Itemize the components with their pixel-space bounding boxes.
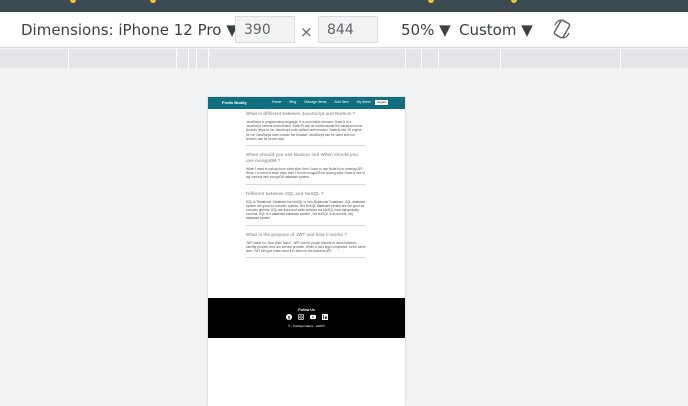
dimensions-dropdown[interactable]: Dimensions: iPhone 12 Pro ▼ [21, 21, 238, 39]
site-navbar: Fruits Buddy Home Blog Manage Items Add … [208, 97, 405, 109]
logout-button[interactable]: Logout [374, 100, 388, 105]
linkedin-icon[interactable] [321, 314, 328, 320]
blog-question: What is the purpose of JWT and how it wo… [246, 231, 348, 237]
blog-question: Different between SQL and NoSQL ? [246, 190, 324, 196]
blog-question-block: Different between SQL and NoSQL ? SQL is… [246, 191, 366, 226]
times-symbol: × [300, 23, 313, 41]
blog-question-block: When should you use NodeJs and When shou… [246, 152, 366, 185]
blog-content: What is different between JavaScript and… [246, 111, 366, 264]
ruler-tick [620, 49, 621, 68]
nav-link-manage-items[interactable]: Manage Items [304, 100, 326, 104]
blog-question-block: What is different between JavaScript and… [246, 111, 366, 147]
status-dot [70, 0, 76, 3]
footer-title: Follow Us [298, 308, 315, 312]
nav-link-my-items[interactable]: My Items [357, 100, 371, 104]
ruler-tick [188, 49, 189, 68]
ruler-tick [421, 49, 422, 68]
blog-answer: SQL is 'Relational' Database but NoSQL i… [246, 199, 366, 221]
nav-link-home[interactable]: Home [272, 100, 281, 104]
blog-question: When should you use NodeJs and When shou… [246, 152, 359, 164]
ruler-tick [176, 49, 177, 68]
device-toolbar: Dimensions: iPhone 12 Pro ▼ 390 × 844 50… [0, 12, 688, 48]
ruler-tick [500, 49, 501, 68]
youtube-icon[interactable] [309, 314, 316, 320]
ruler-tick [68, 49, 69, 68]
browser-top-strip [0, 0, 688, 12]
zoom-dropdown[interactable]: 50% ▼ [401, 21, 451, 39]
status-dot [428, 0, 434, 3]
width-input[interactable]: 390 [235, 16, 295, 43]
device-viewport: Fruits Buddy Home Blog Manage Items Add … [208, 97, 405, 406]
blog-answer: JWT stand for 'Json Web Token'. JWT use … [246, 240, 366, 254]
ruler-tick [208, 49, 209, 68]
height-input[interactable]: 844 [318, 16, 378, 43]
blog-answer: JavaScript is programming language. It i… [246, 120, 364, 141]
status-dot [511, 0, 517, 3]
ruler-tick [438, 49, 439, 68]
blog-question: What is different between JavaScript and… [246, 111, 356, 116]
blog-question-block: What is the purpose of JWT and how it wo… [246, 232, 366, 259]
ruler-tick [196, 49, 197, 68]
instagram-icon[interactable] [297, 314, 304, 320]
site-brand[interactable]: Fruits Buddy [222, 100, 247, 105]
nav-link-add-item[interactable]: Add Item [335, 100, 349, 104]
media-query-ruler [0, 49, 688, 68]
blog-answer: When I need to call api from client side… [246, 167, 365, 180]
facebook-icon[interactable] [285, 314, 292, 320]
rotate-icon[interactable] [553, 19, 571, 39]
throttle-dropdown[interactable]: Custom ▼ [459, 21, 533, 39]
site-footer: Follow Us © - Towfiqul Islaam - 2022© [208, 298, 405, 338]
nav-link-blog[interactable]: Blog [289, 100, 296, 104]
status-dot [150, 0, 156, 3]
ruler-tick [405, 49, 406, 68]
footer-copyright: © - Towfiqul Islaam - 2022© [288, 324, 325, 328]
